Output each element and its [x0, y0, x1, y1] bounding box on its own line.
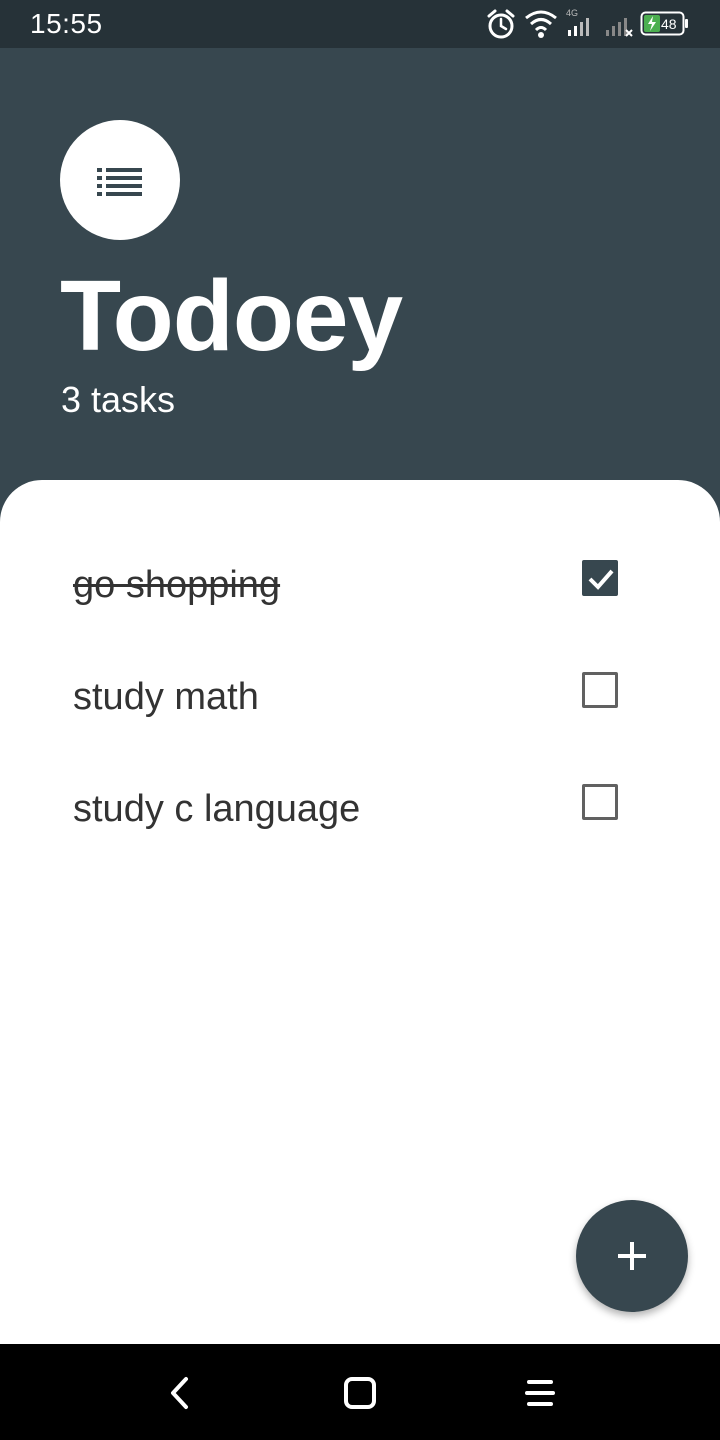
task-checkbox[interactable]	[582, 560, 618, 596]
home-icon[interactable]	[343, 1376, 377, 1410]
checkmark-icon	[588, 569, 614, 590]
add-icon	[618, 1242, 646, 1270]
cellular-signal-icon: 4G	[566, 8, 589, 36]
list-icon	[97, 168, 142, 196]
task-title: go shopping	[73, 564, 281, 606]
task-count: 3 tasks	[61, 379, 176, 420]
cellular-signal-no-service-icon	[606, 18, 633, 37]
app-header: Todoey 3 tasks	[0, 48, 720, 480]
task-checkbox[interactable]	[582, 784, 618, 820]
task-item-study-math[interactable]: study math	[0, 642, 720, 754]
task-title: study c language	[73, 788, 361, 830]
alarm-icon	[487, 9, 515, 39]
task-checkbox[interactable]	[582, 672, 618, 708]
back-icon[interactable]	[168, 1376, 192, 1410]
app-icon-circle	[60, 120, 180, 240]
menu-icon[interactable]	[525, 1378, 555, 1408]
wifi-icon	[525, 10, 557, 38]
network-type-label: 4G	[566, 8, 578, 18]
battery-charging-icon: 48	[640, 11, 688, 36]
task-title: study math	[73, 676, 259, 718]
task-item-go-shopping[interactable]: go shopping	[0, 530, 720, 642]
system-nav-bar	[0, 1344, 720, 1440]
status-time: 15:55	[30, 8, 103, 39]
status-bar: 15:55 4G 48	[0, 0, 720, 48]
app-title: Todoey	[60, 260, 403, 372]
task-item-study-c-language[interactable]: study c language	[0, 754, 720, 866]
battery-level: 48	[661, 16, 677, 32]
add-task-button[interactable]	[576, 1200, 688, 1312]
